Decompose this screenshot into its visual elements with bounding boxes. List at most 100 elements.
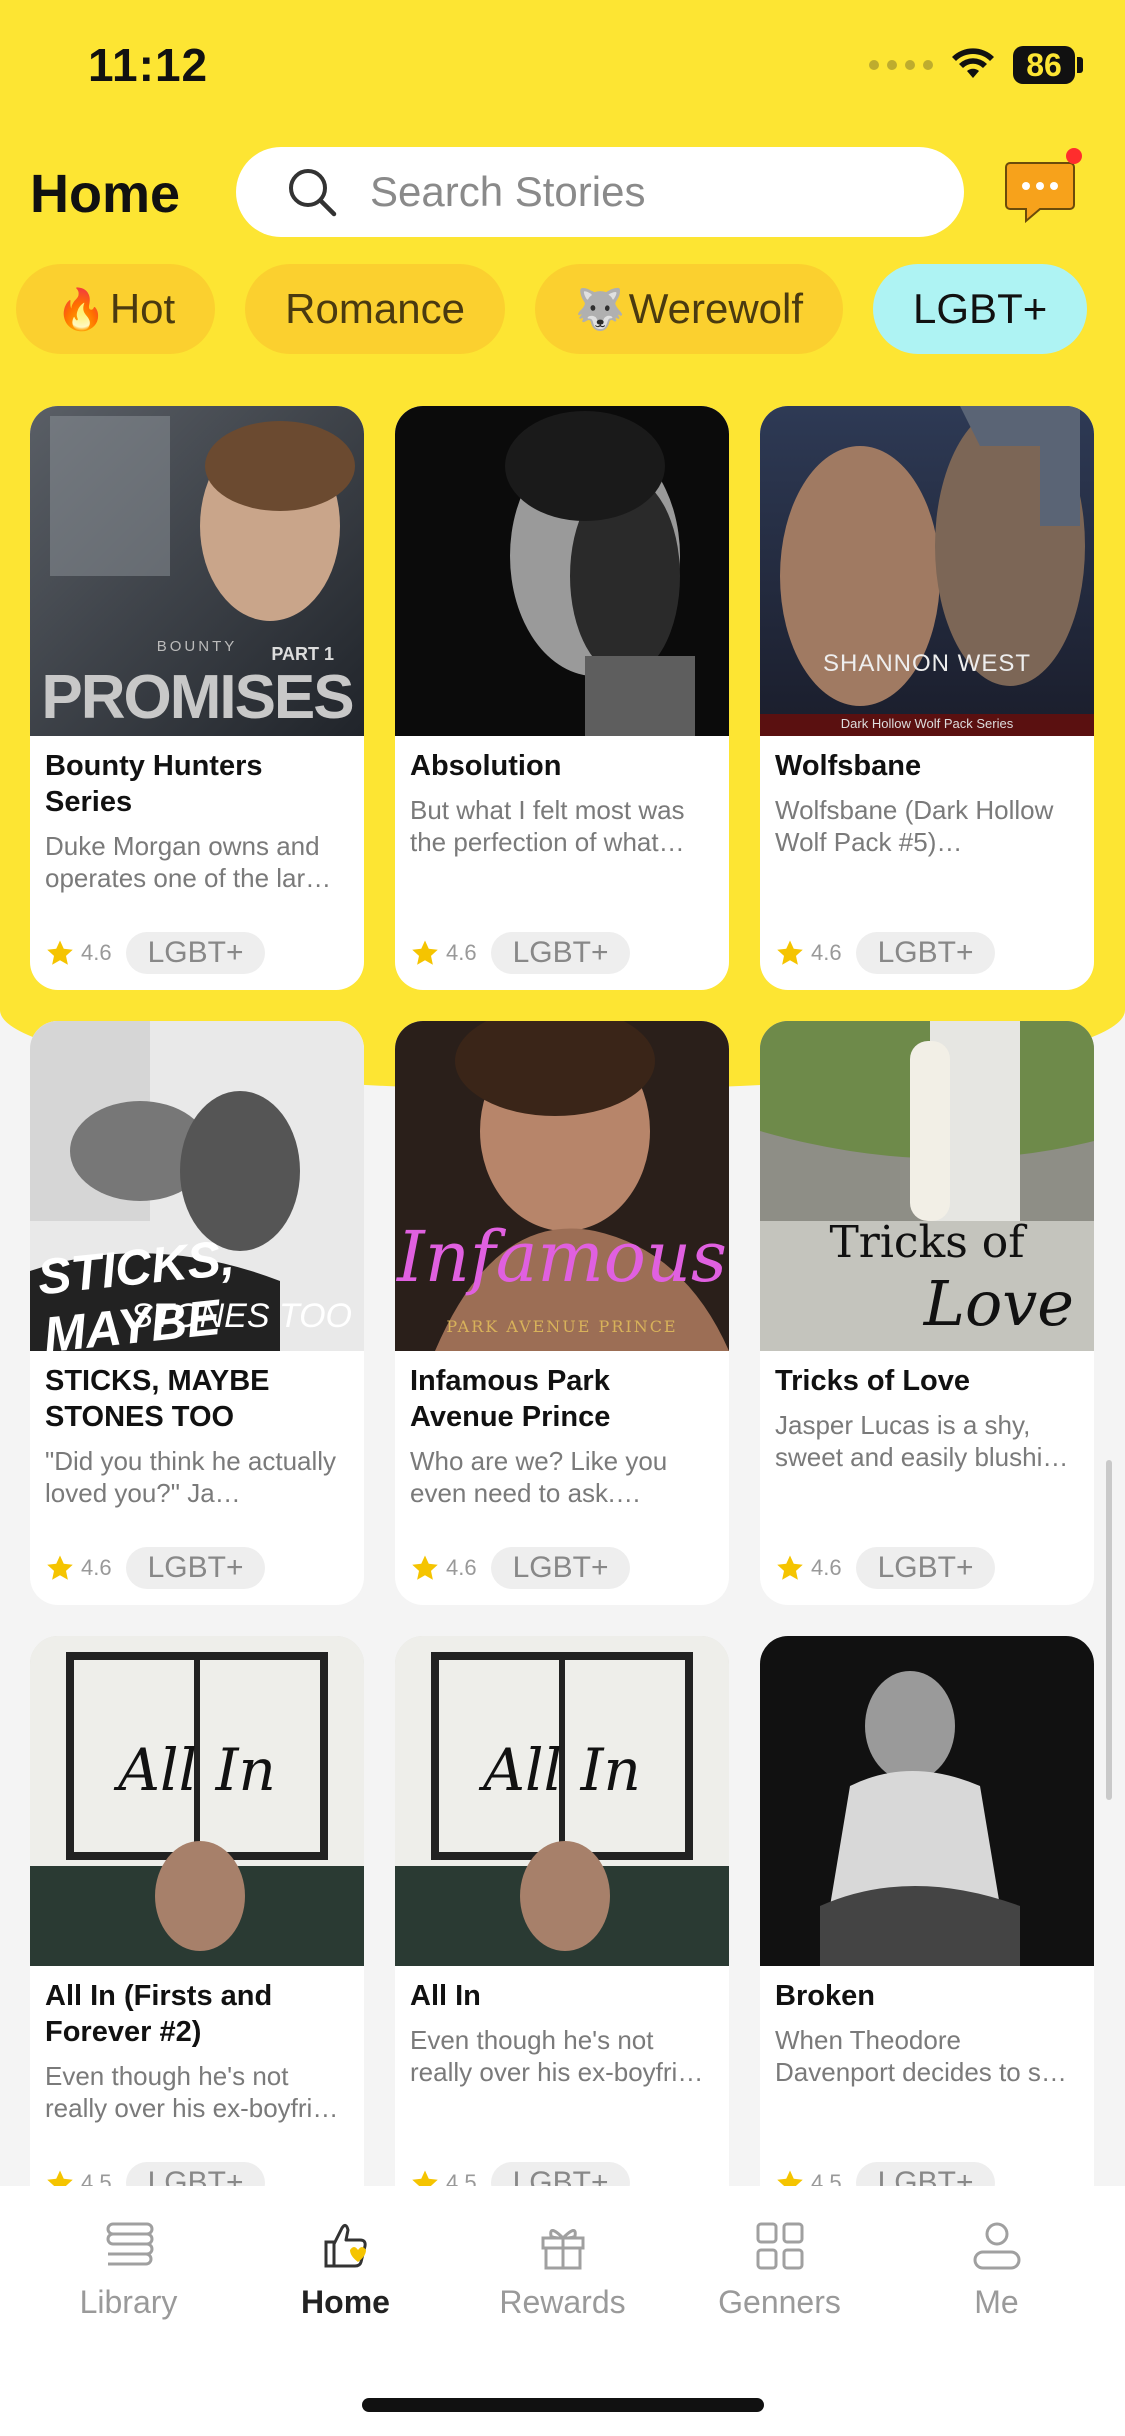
book-meta: 4.6 LGBT+ <box>775 1547 996 1589</box>
battery-indicator: 86 <box>1013 46 1075 84</box>
status-bar: 11:12 86 <box>0 0 1125 140</box>
book-description: "Did you think he actually loved you?" J… <box>45 1446 337 1508</box>
page-title: Home <box>30 164 181 224</box>
book-description: Jasper Lucas is a shy, sweet and easily … <box>775 1410 1069 1472</box>
nav-label: Library <box>79 2284 178 2320</box>
category-tabs: 🔥 Hot Romance 🐺 Werewolf LGBT+ <box>16 264 1088 354</box>
book-title: All In (Firsts and Forever #2) <box>45 1980 273 2048</box>
book-meta: 4.6 LGBT+ <box>775 932 996 974</box>
book-title: STICKS, MAYBE STONES TOO <box>45 1365 270 1433</box>
tab-label: LGBT+ <box>913 285 1048 332</box>
nav-home[interactable]: Home <box>246 2216 446 2321</box>
nav-label: Genners <box>718 2284 841 2320</box>
cover-title: All In <box>118 1736 276 1804</box>
tab-label: Romance <box>285 285 465 332</box>
genre-tag: LGBT+ <box>855 1547 996 1589</box>
book-cover: BOUNTY PART 1 PROMISES <box>30 406 364 736</box>
book-card[interactable]: Broken When Theodore Davenport decides t… <box>760 1636 1094 2220</box>
message-icon[interactable] <box>1004 155 1076 227</box>
fire-icon: 🔥 <box>56 287 106 332</box>
book-description: Wolfsbane (Dark Hollow Wolf Pack #5)… <box>775 795 1054 857</box>
book-meta: 4.6 LGBT+ <box>45 1547 266 1589</box>
tab-werewolf[interactable]: 🐺 Werewolf <box>534 264 844 354</box>
rating-value: 4.6 <box>811 940 842 965</box>
book-title: Infamous Park Avenue Prince <box>410 1365 611 1433</box>
genre-tag: LGBT+ <box>855 932 996 974</box>
book-meta: 4.6 LGBT+ <box>45 932 266 974</box>
star-icon <box>47 940 73 965</box>
book-card[interactable]: All In All In (Firsts and Forever #2) Ev… <box>30 1636 364 2220</box>
cover-author: SHANNON WEST <box>822 650 1031 677</box>
rating-value: 4.6 <box>81 940 112 965</box>
nav-label: Home <box>301 2284 390 2320</box>
tab-romance[interactable]: Romance <box>245 264 505 354</box>
gift-icon <box>541 2229 584 2270</box>
book-card[interactable]: Infamous PARK AVENUE PRINCE Infamous Par… <box>395 1021 729 1605</box>
tab-hot[interactable]: 🔥 Hot <box>16 264 216 354</box>
book-description: Even though he's not really over his ex-… <box>410 2025 704 2087</box>
book-cover <box>760 1636 1094 1966</box>
top-bar: Home Search Stories <box>0 145 1125 240</box>
book-description: But what I felt most was the perfection … <box>410 795 685 857</box>
cover-subtitle: Love <box>923 1267 1074 1340</box>
book-title: Wolfsbane <box>775 750 922 782</box>
book-cover: SHANNON WEST Dark Hollow Wolf Pack Serie… <box>760 406 1094 736</box>
rating-value: 4.6 <box>81 1555 112 1580</box>
star-icon <box>412 940 438 965</box>
book-title: Bounty Hunters Series <box>45 750 263 818</box>
genre-tag: LGBT+ <box>490 932 631 974</box>
book-cover: All In <box>30 1636 364 1966</box>
book-title: Broken <box>775 1980 875 2012</box>
nav-label: Me <box>974 2284 1019 2320</box>
nav-rewards[interactable]: Rewards <box>463 2216 663 2321</box>
search-input[interactable]: Search Stories <box>236 147 964 237</box>
home-icon <box>324 2223 367 2268</box>
status-time: 11:12 <box>88 39 209 91</box>
book-card[interactable]: SHANNON WEST Dark Hollow Wolf Pack Serie… <box>760 406 1094 990</box>
book-card[interactable]: Tricks of Love Tricks of Love Jasper Luc… <box>760 1021 1094 1605</box>
book-card[interactable]: BOUNTY PART 1 PROMISES Bounty Hunters Se… <box>30 406 364 990</box>
rating-value: 4.6 <box>446 940 477 965</box>
book-title: Absolution <box>410 750 562 782</box>
book-card[interactable]: All In All In Even though he's not reall… <box>395 1636 729 2220</box>
genre-tag: LGBT+ <box>125 932 266 974</box>
battery-tip <box>1077 57 1083 73</box>
scrollbar[interactable] <box>1106 1460 1112 1800</box>
search-icon <box>289 169 337 217</box>
nav-library[interactable]: Library <box>29 2216 229 2321</box>
status-icons: 86 <box>869 46 1083 84</box>
nav-label: Rewards <box>499 2284 626 2320</box>
cover-subtitle: STONES TOO <box>130 1297 352 1335</box>
book-card[interactable]: STICKS, MAYBE STONES TOO STICKS, MAYBE S… <box>30 1021 364 1605</box>
grid-icon <box>756 2222 803 2270</box>
book-description: When Theodore Davenport decides to s… <box>775 2025 1067 2087</box>
star-icon <box>412 1555 438 1580</box>
book-cover <box>395 406 729 736</box>
tab-label: Werewolf <box>628 285 804 332</box>
cover-title: All In <box>483 1736 641 1804</box>
book-description: Who are we? Like you even need to ask. W… <box>410 1446 668 1508</box>
signal-icon <box>869 60 933 70</box>
book-cover: Tricks of Love <box>760 1021 1094 1351</box>
book-card[interactable]: Absolution But what I felt most was the … <box>395 406 729 990</box>
nav-genners[interactable]: Genners <box>680 2216 880 2321</box>
book-description: Duke Morgan owns and operates one of the… <box>45 831 332 893</box>
cover-subtitle: PARK AVENUE PRINCE <box>446 1317 678 1336</box>
nav-me[interactable]: Me <box>897 2216 1097 2321</box>
genre-tag: LGBT+ <box>125 1547 266 1589</box>
library-icon <box>106 2222 153 2266</box>
cover-title: Tricks of <box>829 1217 1025 1268</box>
tab-lgbt[interactable]: LGBT+ <box>873 264 1088 354</box>
star-icon <box>47 1555 73 1580</box>
book-title: All In <box>410 1980 481 2012</box>
wifi-icon <box>952 48 994 78</box>
rating-value: 4.6 <box>811 1555 842 1580</box>
book-cover: All In <box>395 1636 729 1966</box>
rating-value: 4.6 <box>446 1555 477 1580</box>
genre-tag: LGBT+ <box>490 1547 631 1589</box>
book-meta: 4.6 LGBT+ <box>410 1547 631 1589</box>
book-meta: 4.6 LGBT+ <box>410 932 631 974</box>
cover-title: Infamous <box>397 1216 727 1298</box>
wolf-icon: 🐺 <box>574 287 625 332</box>
search-placeholder: Search Stories <box>370 168 646 215</box>
